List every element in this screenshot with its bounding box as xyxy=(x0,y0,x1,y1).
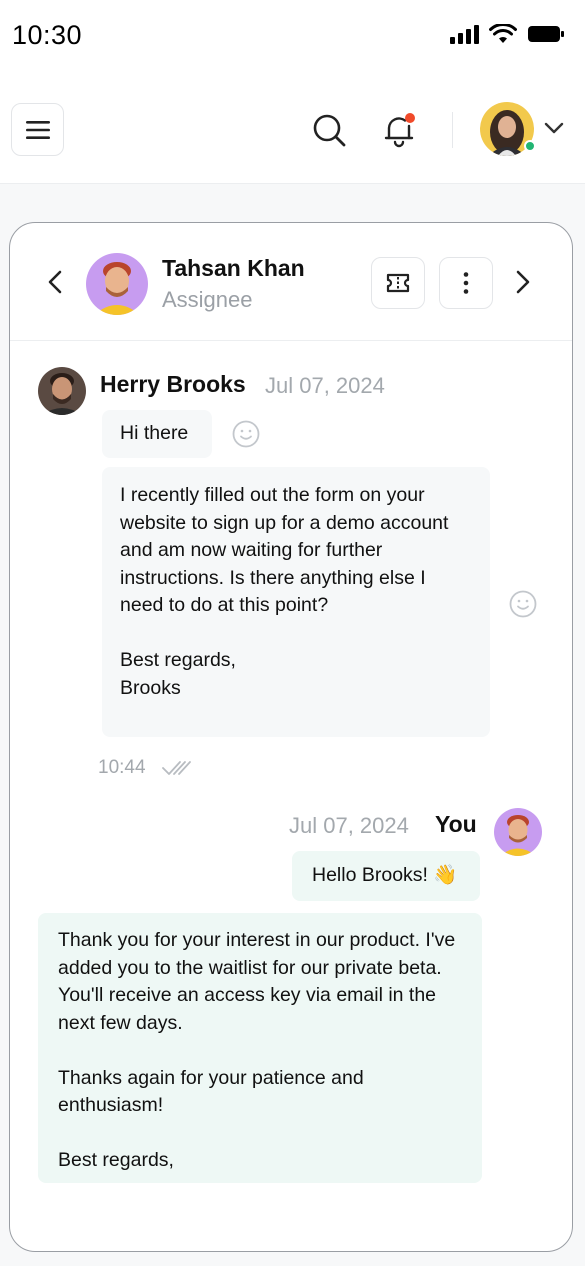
chevron-right-icon xyxy=(516,270,530,294)
menu-button[interactable] xyxy=(11,103,64,156)
more-options-button[interactable] xyxy=(439,257,493,309)
account-dropdown-button[interactable] xyxy=(542,118,566,138)
message-bubble: I recently filled out the form on your w… xyxy=(102,467,490,737)
add-reaction-button[interactable] xyxy=(231,419,261,449)
bell-icon xyxy=(384,113,415,148)
add-reaction-button[interactable] xyxy=(508,589,538,619)
more-vertical-icon xyxy=(463,272,469,294)
notification-button[interactable] xyxy=(378,109,420,151)
message-sender-name: You xyxy=(435,811,477,837)
message-bubble: Thank you for your interest in our produ… xyxy=(38,913,482,1183)
previous-conversation-button[interactable] xyxy=(42,267,68,297)
conversation-header: Tahsan Khan Assignee xyxy=(10,223,572,341)
search-icon xyxy=(313,114,346,147)
conversation-card: Tahsan Khan Assignee Herry Brooks Jul 07… xyxy=(9,222,573,1252)
search-button[interactable] xyxy=(308,109,350,151)
smiley-icon xyxy=(509,590,537,618)
user-avatar-button[interactable] xyxy=(480,102,536,156)
online-status-dot xyxy=(524,140,536,152)
header-divider xyxy=(452,112,453,148)
message-bubble: Hello Brooks! 👋 xyxy=(292,851,480,901)
message-bubble: Hi there xyxy=(102,410,212,458)
double-check-icon xyxy=(161,759,193,777)
contact-avatar xyxy=(86,253,148,315)
sender-avatar xyxy=(38,367,86,415)
message-date: Jul 07, 2024 xyxy=(289,813,409,838)
message-sender-name: Herry Brooks xyxy=(100,371,246,397)
chevron-left-icon xyxy=(48,270,62,294)
status-time: 10:30 xyxy=(12,20,83,50)
wifi-icon xyxy=(489,24,517,43)
app-header xyxy=(0,72,585,184)
signal-icon xyxy=(450,25,479,44)
message-time: 10:44 xyxy=(98,757,146,778)
message-date: Jul 07, 2024 xyxy=(265,373,385,398)
contact-role: Assignee xyxy=(162,287,253,312)
battery-icon xyxy=(528,26,564,42)
status-bar: 10:30 xyxy=(0,0,585,72)
own-avatar xyxy=(494,808,542,856)
contact-name: Tahsan Khan xyxy=(162,255,305,281)
ticket-button[interactable] xyxy=(371,257,425,309)
next-conversation-button[interactable] xyxy=(510,267,536,297)
ticket-icon xyxy=(386,273,410,293)
chevron-down-icon xyxy=(544,122,564,134)
smiley-icon xyxy=(232,420,260,448)
hamburger-menu-icon xyxy=(25,120,50,139)
status-icons xyxy=(449,24,565,44)
